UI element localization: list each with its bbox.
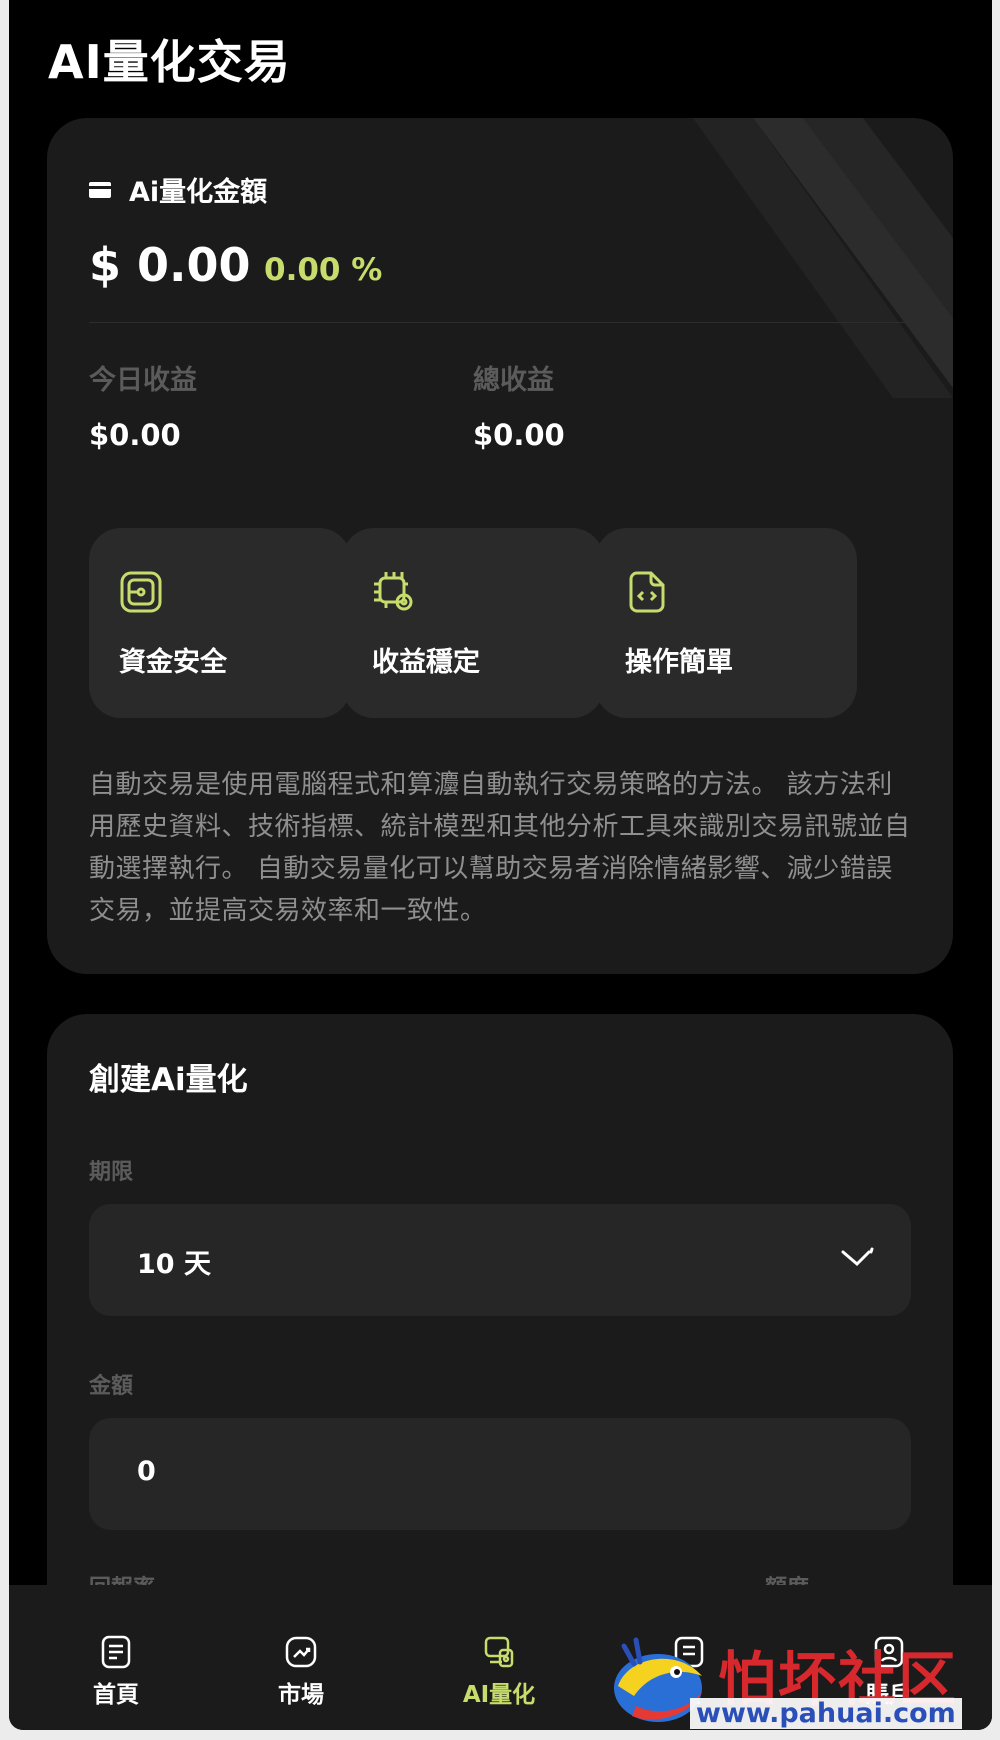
card-icon [89,181,111,198]
ai-quant-icon [484,1636,514,1668]
divider [89,322,911,323]
amount-value: 0 [137,1456,156,1487]
wallet-shield-icon [120,571,162,613]
chevron-down-icon [841,1247,874,1267]
page-title: AI量化交易 [48,35,291,89]
today-earnings-label: 今日收益 [89,365,197,396]
watermark-url: www.pahuai.com [690,1698,962,1729]
total-earnings-value: $0.00 [473,418,565,452]
tab-market[interactable]: 市場 [241,1635,361,1709]
home-doc-icon [101,1635,131,1669]
market-chart-icon [285,1636,317,1668]
tab-label: AI量化 [462,1682,536,1708]
feature-label: 收益穩定 [372,647,480,678]
tab-home[interactable]: 首頁 [56,1635,176,1709]
tab-label: 首頁 [93,1682,139,1708]
feature-label: 資金安全 [119,647,227,678]
tab-label: 市場 [278,1682,324,1708]
feature-fund-security: 資金安全 [89,528,351,718]
period-label: 期限 [89,1160,134,1185]
quant-amount-value: $ 0.00 [89,238,251,292]
quant-amount-label-text: Ai量化金額 [129,177,268,208]
app-screen: AI量化交易 Ai量化金額 $ 0.00 0.00 % 今日收益 $0.00 總… [9,0,992,1730]
amount-input[interactable]: 0 [89,1418,911,1530]
period-select[interactable]: 10 天 [89,1204,911,1316]
watermark: 怕坏社区 www.pahuai.com [600,1632,992,1732]
total-earnings-label: 總收益 [473,365,554,396]
code-file-icon [629,571,665,613]
quant-percent-value: 0.00 % [264,252,383,288]
description-text: 自動交易是使用電腦程式和算灋自動執行交易策略的方法。 該方法利用歷史資料、技術指… [89,770,911,926]
feature-label: 操作簡單 [625,647,733,678]
feature-easy-operation: 操作簡單 [595,528,857,718]
summary-card: Ai量化金額 $ 0.00 0.00 % 今日收益 $0.00 總收益 $0.0… [47,118,953,974]
create-quant-title: 創建Ai量化 [89,1062,248,1098]
chip-gear-icon [374,572,413,611]
quant-amount-label: Ai量化金額 [89,170,267,209]
today-earnings-value: $0.00 [89,418,181,452]
card-decoration [693,118,953,398]
amount-label: 金額 [89,1374,134,1399]
feature-stable-earnings: 收益穩定 [342,528,604,718]
tab-ai-quant[interactable]: AI量化 [439,1635,559,1709]
period-value: 10 天 [137,1249,211,1280]
